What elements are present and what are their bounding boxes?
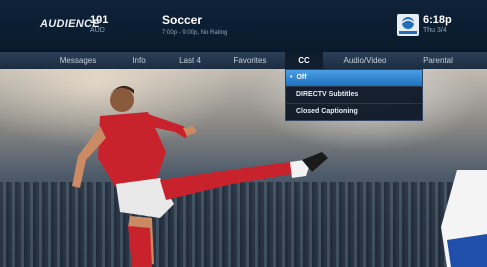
clock-time: 6:18p (423, 14, 452, 26)
program-time-rating: 7:00p - 9:00p, No Rating (162, 30, 228, 36)
cc-option-off[interactable]: Off (286, 70, 422, 86)
channel-callsign: AUD (90, 27, 105, 34)
cc-dropdown-menu: Off DIRECTV Subtitles Closed Captioning (285, 69, 423, 121)
tab-last-4[interactable]: Last 4 (164, 52, 216, 69)
tab-messages[interactable]: Messages (42, 52, 114, 69)
tv-screen: AUDIENCE 101 AUD Soccer 7:00p - 9:00p, N… (0, 0, 487, 267)
tab-parental[interactable]: Parental (408, 52, 468, 69)
clock-date: Thu 3/4 (423, 27, 447, 34)
channel-number: 101 (90, 14, 109, 26)
program-title: Soccer (162, 13, 203, 27)
menu-tab-bar: Messages Info Last 4 Favorites CC Audio/… (0, 52, 487, 69)
tab-audio-video[interactable]: Audio/Video (330, 52, 400, 69)
info-banner: AUDIENCE 101 AUD Soccer 7:00p - 9:00p, N… (0, 0, 487, 53)
tab-favorites[interactable]: Favorites (220, 52, 280, 69)
tab-cc[interactable]: CC (285, 52, 323, 69)
tab-info[interactable]: Info (118, 52, 160, 69)
opponent-player-image (441, 170, 487, 267)
cc-option-closed-captioning[interactable]: Closed Captioning (286, 103, 422, 120)
directv-icon (397, 14, 419, 36)
cc-option-directv-subtitles[interactable]: DIRECTV Subtitles (286, 86, 422, 103)
